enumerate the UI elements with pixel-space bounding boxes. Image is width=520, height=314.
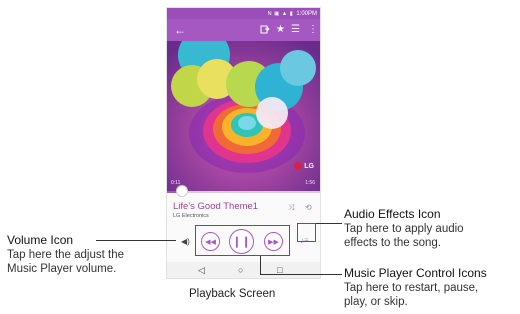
figure-caption: Playback Screen [189, 288, 276, 300]
playlist-icon[interactable]: ☰ [291, 24, 300, 36]
controls-desc-line2: play, or skip. [344, 296, 408, 308]
volume-desc-line2: Music Player volume. [7, 263, 117, 275]
song-title: Life's Good Theme1 [173, 201, 259, 212]
controls-desc-line1: Tap here to restart, pause, [344, 282, 479, 294]
controls-annotation-desc: Tap here to restart, pause, play, or ski… [344, 281, 478, 309]
volume-callout-line [96, 240, 176, 242]
volume-annotation-title: Volume Icon [7, 233, 74, 247]
lg-brand-text: LG [304, 162, 314, 170]
volume-annotation-desc: Tap here the adjust the Music Player vol… [7, 248, 124, 276]
arrow-left-icon[interactable]: ← [174, 23, 186, 37]
elapsed-time: 0:11 [171, 180, 181, 186]
total-duration: 1:56 [305, 180, 315, 186]
controls-callout-line-v [260, 256, 262, 275]
effects-desc-line2: effects to the song. [344, 237, 441, 249]
lg-logo-mark [294, 162, 303, 170]
export-icon[interactable] [260, 24, 270, 38]
effects-annotation-desc: Tap here to apply audio effects to the s… [344, 222, 464, 250]
overflow-menu-icon[interactable]: ⋮ [308, 24, 318, 36]
volume-desc-line1: Tap here the adjust the [7, 249, 124, 261]
seek-thumb[interactable] [177, 186, 188, 196]
effects-highlight-box [297, 223, 316, 242]
album-art: LG 0:11 1:56 [167, 41, 320, 191]
lg-logo: LG [294, 162, 314, 170]
status-time: 1:00PM [296, 10, 317, 17]
shuffle-icon[interactable]: ⤨ [288, 203, 294, 213]
star-icon[interactable]: ★ [276, 24, 285, 36]
status-icons: N ▣ ▲ ▮ [267, 10, 294, 17]
nav-bar: ◁ ○ □ [167, 262, 320, 278]
effects-desc-line1: Tap here to apply audio [344, 223, 464, 235]
repeat-icon[interactable]: ⟲ [305, 203, 312, 212]
toolbar: ← ★ ☰ ⋮ [167, 19, 320, 41]
effects-annotation-title: Audio Effects Icon [344, 207, 441, 221]
controls-highlight-box [195, 225, 290, 256]
controls-annotation-title: Music Player Control Icons [344, 266, 487, 280]
home-circle-icon[interactable]: ○ [238, 264, 243, 276]
back-triangle-icon[interactable]: ◁ [198, 264, 205, 276]
seek-bar[interactable] [167, 191, 320, 193]
artist-name: LG Electronics [173, 213, 209, 219]
status-bar: N ▣ ▲ ▮ 1:00PM [167, 8, 320, 19]
controls-callout-line-h [260, 274, 342, 276]
effects-callout-line-h [316, 223, 342, 225]
